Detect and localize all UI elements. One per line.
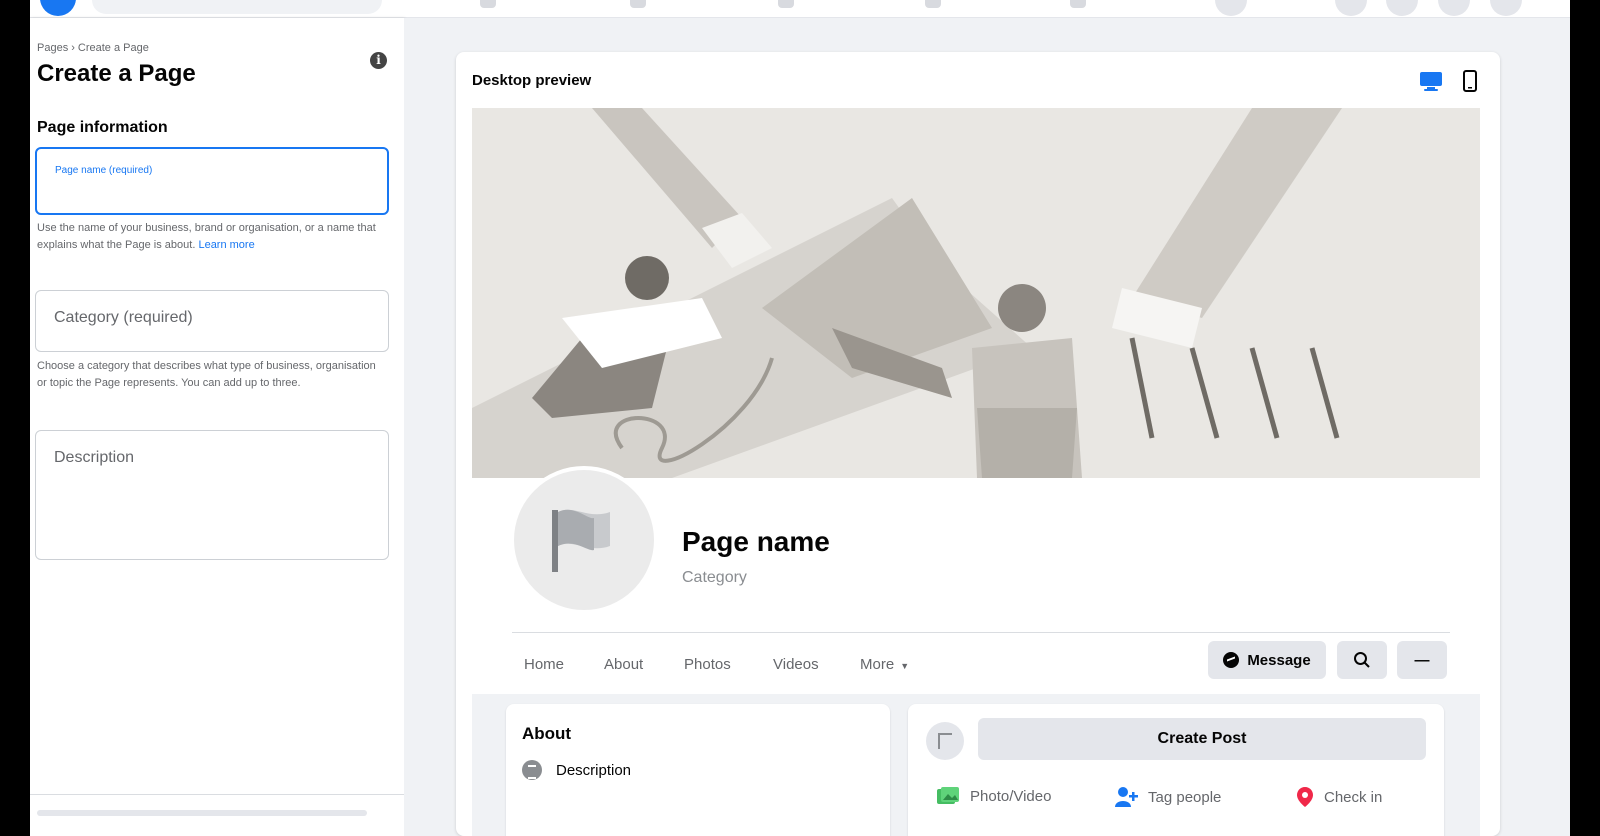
about-description-row: Description [522,760,631,780]
tag-people-icon [1115,787,1138,807]
search-input[interactable] [92,0,382,14]
location-pin-icon [1297,787,1313,807]
description-field[interactable]: Description [35,430,389,560]
search-button[interactable] [1337,641,1387,679]
page-header: Page name Category Home About Photos Vid… [472,466,1480,836]
info-icon[interactable]: i [370,52,387,69]
section-title: Page information [37,119,168,136]
page-name-field[interactable]: Page name (required) [35,147,389,215]
message-button[interactable]: Message [1208,641,1326,679]
description-icon [522,760,542,780]
breadcrumb-pages-link[interactable]: Pages [37,42,68,54]
tabs-divider [512,632,1450,633]
top-navigation-bar [30,0,1570,18]
nav-groups-icon[interactable] [925,0,941,8]
page-name-label: Page name (required) [55,165,153,176]
tab-about[interactable]: About [604,656,643,673]
caret-down-icon: ▼ [900,661,910,671]
preview-category: Category [682,569,747,586]
learn-more-link[interactable]: Learn more [198,239,254,251]
notifications-icon[interactable] [1438,0,1470,16]
tab-home[interactable]: Home [524,656,564,673]
page-avatar[interactable] [510,466,658,614]
cover-illustration [472,108,1480,478]
messenger-icon [1223,652,1240,668]
tab-photos[interactable]: Photos [684,656,731,673]
profile-avatar[interactable] [1215,0,1247,16]
category-field[interactable]: Category (required) [35,290,389,352]
breadcrumb: Pages › Create a Page [37,42,149,54]
nav-home-icon[interactable] [480,0,496,8]
create-post-button[interactable]: Create Post [978,718,1426,760]
flag-icon [552,509,610,572]
create-post-card: Create Post Photo/Video Tag people Check… [908,704,1444,836]
nav-watch-icon[interactable] [630,0,646,8]
preview-title: Desktop preview [472,72,592,89]
page-name-help: Use the name of your business, brand or … [37,222,376,251]
category-label: Category (required) [54,309,193,326]
cover-photo[interactable] [472,108,1480,478]
page-title: Create a Page [37,60,196,87]
tab-more[interactable]: More ▼ [860,656,909,673]
preview-page-name: Page name [682,526,830,557]
nav-marketplace-icon[interactable] [778,0,794,8]
photo-video-icon [937,787,959,804]
menu-icon[interactable] [1335,0,1367,16]
account-icon[interactable] [1490,0,1522,16]
panel-divider [30,794,404,795]
nav-gaming-icon[interactable] [1070,0,1086,8]
create-page-panel: Pages › Create a Page Create a Page i Page… [30,18,404,836]
photo-video-button[interactable]: Photo/Video [936,786,1051,806]
tag-people-button[interactable]: Tag people [1114,786,1221,808]
post-avatar [926,722,964,760]
more-options-button[interactable]: — [1397,641,1447,679]
messenger-icon[interactable] [1386,0,1418,16]
search-icon [1354,652,1370,668]
check-in-button[interactable]: Check in [1296,786,1382,808]
facebook-logo-icon[interactable] [40,0,76,16]
about-card: About Description [506,704,890,836]
about-title: About [522,724,572,743]
breadcrumb-current: Create a Page [77,42,149,54]
desktop-preview-card: Desktop preview Page name Category Home … [456,52,1500,836]
mobile-phone-icon[interactable] [1462,70,1478,92]
tab-videos[interactable]: Videos [773,656,819,673]
category-help: Choose a category that describes what ty… [37,360,376,389]
page-body: About Description Create Post Photo/Vide… [472,694,1480,836]
panel-footer-text [37,810,367,816]
desktop-icon[interactable] [1419,70,1443,92]
description-label: Description [54,449,135,466]
preview-area: Desktop preview Page name Category Home … [404,18,1570,836]
